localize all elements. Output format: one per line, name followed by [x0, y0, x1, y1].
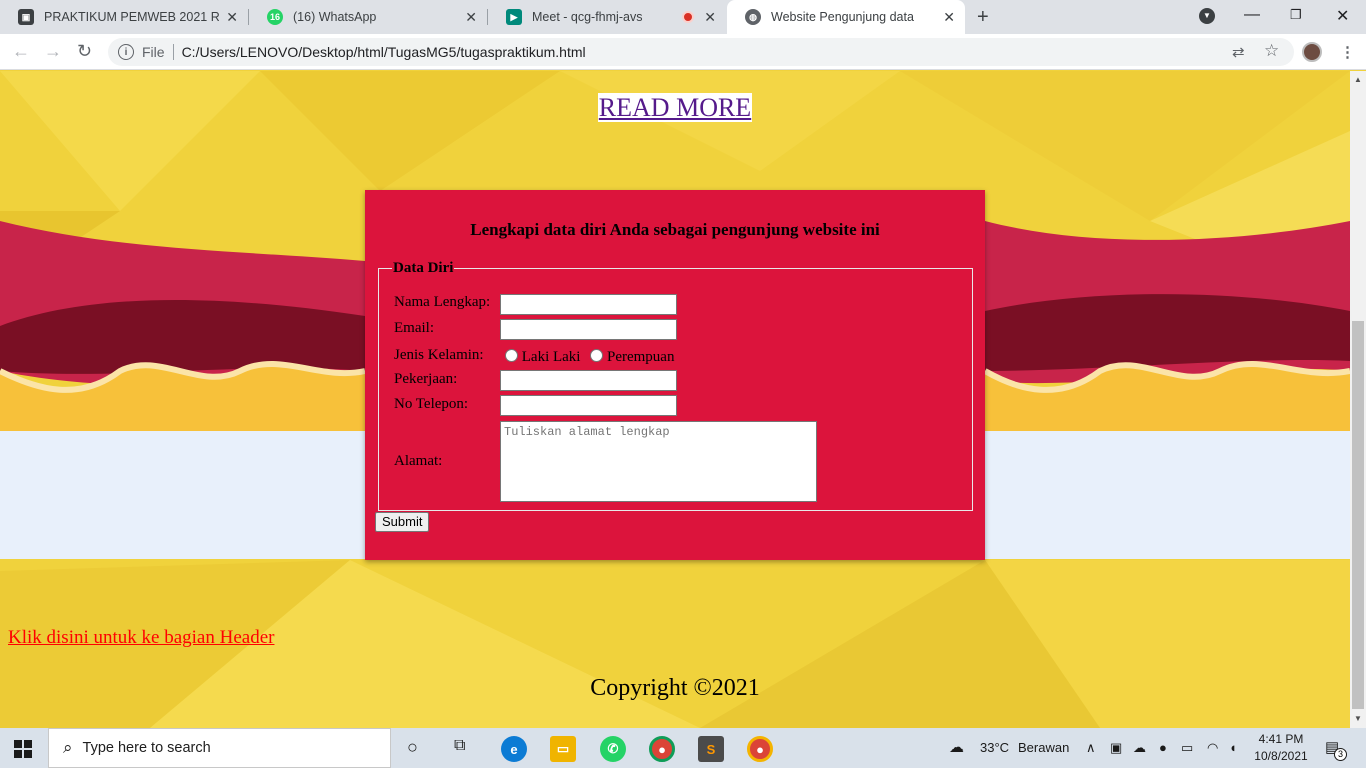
tab-whatsapp[interactable]: 16 (16) WhatsApp ✕	[249, 0, 487, 34]
close-window-button[interactable]: ✕	[1336, 6, 1349, 26]
tab-title: (16) WhatsApp	[293, 10, 377, 24]
tab-title: Website Pengunjung data	[771, 10, 914, 24]
taskbar-search-placeholder: Type here to search	[82, 740, 211, 756]
telepon-input[interactable]	[500, 395, 677, 416]
chrome-profile-icon[interactable]: ●	[649, 736, 675, 762]
nama-label: Nama Lengkap:	[394, 294, 491, 310]
tab-meet[interactable]: ▶ Meet - qcg-fhmj-avs ✕	[488, 0, 726, 34]
scroll-up-icon[interactable]: ▲	[1354, 75, 1362, 84]
alamat-placeholder: Tuliskan alamat lengkap	[504, 425, 670, 439]
forward-arrow-icon[interactable]: →	[44, 41, 62, 62]
info-icon[interactable]: i	[118, 44, 134, 60]
email-label: Email:	[394, 320, 434, 336]
recording-icon	[682, 11, 694, 23]
address-bar[interactable]: i File C:/Users/LENOVO/Desktop/html/Tuga…	[108, 38, 1294, 66]
weather-temp[interactable]: 33°C	[980, 740, 1009, 755]
scroll-down-icon[interactable]: ▼	[1354, 714, 1362, 723]
profile-avatar[interactable]	[1302, 42, 1322, 62]
new-tab-button[interactable]: +	[977, 6, 989, 29]
pekerjaan-label: Pekerjaan:	[394, 371, 458, 387]
copyright-text: Copyright ©2021	[590, 675, 760, 701]
tray-chevron-icon[interactable]: ∧	[1086, 740, 1096, 756]
sublime-text-icon[interactable]: S	[698, 736, 724, 762]
visitor-form-card: Lengkapi data diri Anda sebagai pengunju…	[365, 190, 985, 560]
classroom-icon: ▣	[18, 9, 34, 25]
submit-button[interactable]: Submit	[375, 512, 430, 532]
form-heading: Lengkapi data diri Anda sebagai pengunju…	[470, 220, 880, 239]
radio-laki-laki[interactable]	[505, 349, 518, 362]
back-link-container: Klik disini untuk ke bagian Header	[8, 627, 274, 649]
wifi-icon[interactable]: ◠	[1207, 740, 1218, 756]
data-diri-fieldset: Data Diri Nama Lengkap: Email: Jenis Kel…	[378, 260, 973, 511]
back-arrow-icon[interactable]: ←	[12, 41, 30, 62]
meet-now-icon[interactable]: ▣	[1110, 740, 1122, 756]
clock-date: 10/8/2021	[1254, 749, 1308, 763]
tab-website-pengunjung[interactable]: ◍ Website Pengunjung data ✕	[727, 0, 965, 34]
close-tab-icon[interactable]: ✕	[943, 9, 955, 26]
address-scheme: File	[142, 44, 165, 60]
task-view-icon[interactable]: ⧉	[454, 737, 465, 755]
battery-icon[interactable]: ▭	[1181, 740, 1193, 756]
address-url[interactable]: C:/Users/LENOVO/Desktop/html/TugasMG5/tu…	[182, 44, 586, 60]
alamat-textarea[interactable]: Tuliskan alamat lengkap	[500, 421, 817, 502]
close-tab-icon[interactable]: ✕	[465, 9, 477, 26]
globe-icon: ◍	[745, 9, 761, 25]
translate-icon[interactable]: ⇄	[1232, 43, 1245, 61]
email-input[interactable]	[500, 319, 677, 340]
meet-icon: ▶	[506, 9, 522, 25]
search-icon: ⌕	[63, 738, 73, 757]
restore-button[interactable]: ❐	[1290, 7, 1302, 23]
tab-search-icon[interactable]: ▼	[1199, 8, 1215, 24]
close-tab-icon[interactable]: ✕	[226, 9, 238, 26]
page-scrollbar[interactable]: ▲ ▼	[1350, 71, 1366, 728]
tab-title: Meet - qcg-fhmj-avs	[532, 10, 643, 24]
radio-perempuan-label: Perempuan	[606, 349, 675, 365]
radio-perempuan[interactable]	[590, 349, 604, 362]
close-tab-icon[interactable]: ✕	[704, 9, 716, 26]
telepon-label: No Telepon:	[394, 396, 469, 412]
radio-laki-laki-label: Laki Laki	[521, 349, 581, 365]
weather-condition[interactable]: Berawan	[1018, 740, 1069, 755]
notification-count-badge: 3	[1334, 748, 1347, 761]
menu-kebab-icon[interactable]: ⋮	[1340, 43, 1355, 61]
nama-input[interactable]	[500, 294, 677, 315]
clock-time: 4:41 PM	[1258, 732, 1304, 746]
whatsapp-icon: 16	[267, 9, 283, 25]
reload-icon[interactable]: ↻	[77, 41, 92, 62]
file-explorer-icon[interactable]: ▭	[550, 736, 576, 762]
onedrive-icon[interactable]: ☁	[1133, 740, 1146, 756]
pekerjaan-input[interactable]	[500, 370, 677, 391]
bookmark-star-icon[interactable]: ☆	[1264, 41, 1279, 61]
tab-strip: ▣ PRAKTIKUM PEMWEB 2021 RA, R ✕ 16 (16) …	[0, 0, 1366, 34]
tab-title: PRAKTIKUM PEMWEB 2021 RA, R	[44, 10, 219, 24]
fieldset-legend: Data Diri	[393, 260, 454, 276]
minimize-button[interactable]: —	[1244, 6, 1260, 24]
page-viewport: READ MORE Lengkapi data diri Anda sebaga…	[0, 71, 1350, 728]
windows-start-icon[interactable]	[14, 740, 32, 758]
volume-icon[interactable]: ◖	[1229, 740, 1237, 755]
cortana-icon[interactable]: ○	[407, 737, 418, 758]
weather-cloud-icon[interactable]: ☁	[949, 738, 964, 756]
edge-icon[interactable]: e	[501, 736, 527, 762]
address-divider	[172, 44, 174, 60]
chrome-icon[interactable]: ●	[747, 736, 773, 762]
back-to-header-link[interactable]: Klik disini untuk ke bagian Header	[8, 627, 274, 648]
browser-toolbar: ← → ↻ i File C:/Users/LENOVO/Desktop/htm…	[0, 34, 1366, 70]
read-more-container: READ MORE	[0, 93, 1350, 123]
read-more-link[interactable]: READ MORE	[597, 93, 753, 122]
microphone-icon[interactable]: ●	[1159, 740, 1167, 755]
whatsapp-taskbar-icon[interactable]: ✆	[600, 736, 626, 762]
scrollbar-thumb[interactable]	[1352, 321, 1364, 709]
jenis-kelamin-label: Jenis Kelamin:	[394, 347, 484, 363]
taskbar-search-box[interactable]: ⌕ Type here to search	[48, 728, 391, 768]
gender-radio-group: Laki Laki Perempuan	[505, 349, 674, 366]
system-clock[interactable]: 4:41 PM 10/8/2021	[1251, 731, 1311, 765]
alamat-label: Alamat:	[394, 453, 443, 469]
tab-praktikum[interactable]: ▣ PRAKTIKUM PEMWEB 2021 RA, R ✕	[0, 0, 248, 34]
windows-taskbar: ⌕ Type here to search ○ ⧉ e ▭ ✆ ● S ● ☁ …	[0, 728, 1366, 768]
